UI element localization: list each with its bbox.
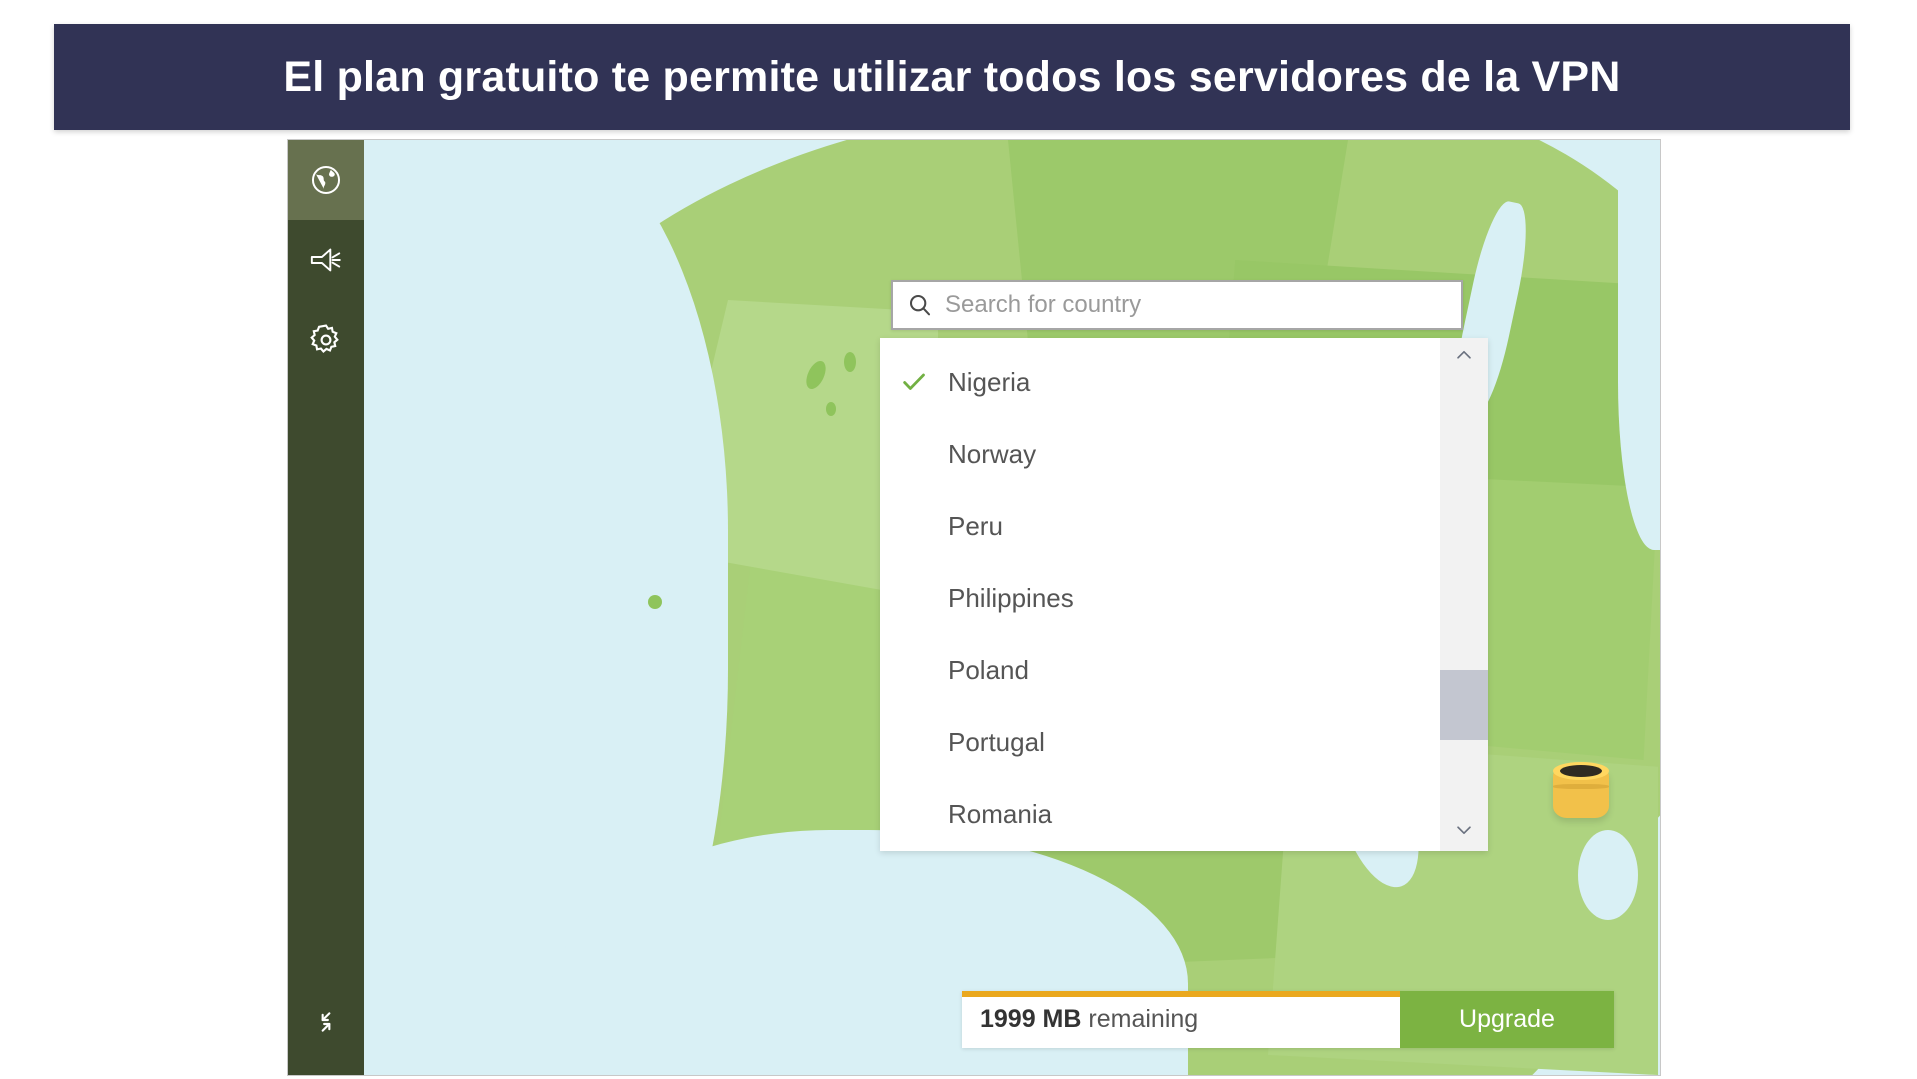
chevron-down-icon [1453,819,1475,846]
sidebar-item-settings[interactable] [288,300,364,380]
upgrade-button[interactable]: Upgrade [1400,991,1614,1048]
chevron-up-icon [1453,344,1475,371]
country-list-item-norway[interactable]: Norway [880,418,1440,490]
sidebar-item-collapse[interactable] [288,989,364,1059]
map-island [826,402,836,416]
data-progress-track [962,991,1400,997]
search-icon [907,292,933,318]
data-remaining-amount: 1999 MB [980,1005,1082,1033]
scroll-down-button[interactable] [1440,815,1488,849]
country-list-item-poland[interactable]: Poland [880,634,1440,706]
promo-banner: El plan gratuito te permite utilizar tod… [54,24,1850,130]
scrollbar-thumb[interactable] [1440,670,1488,740]
app-sidebar [288,140,364,1075]
country-list-item-romania[interactable]: Romania [880,778,1440,850]
country-list-panel: Nigeria Norway Peru Philippines Poland P… [880,338,1488,851]
map-island [648,595,662,609]
country-name: Philippines [948,582,1074,613]
vpn-app-window: Nigeria Norway Peru Philippines [288,140,1660,1075]
country-list: Nigeria Norway Peru Philippines Poland P… [880,338,1440,851]
country-search-box[interactable] [891,280,1463,330]
country-name: Peru [948,510,1003,541]
share-icon [308,245,344,275]
country-name: Nigeria [948,366,1031,397]
country-name: Poland [948,654,1029,685]
oil-barrel-icon [1553,762,1609,824]
country-name: Romania [948,798,1053,829]
country-list-item-serbia[interactable]: Serbia [880,850,1440,851]
map-island [844,352,856,372]
check-icon [880,367,948,397]
country-name: Portugal [948,726,1045,757]
promo-banner-text: El plan gratuito te permite utilizar tod… [283,52,1621,101]
data-remaining-suffix: remaining [1081,1005,1199,1033]
country-selector-dropdown: Nigeria Norway Peru Philippines [880,280,1488,851]
gear-icon [309,323,343,357]
sidebar-item-connections[interactable] [288,220,364,300]
country-list-item-nigeria[interactable]: Nigeria [880,346,1440,418]
globe-icon [309,163,343,197]
country-list-item-philippines[interactable]: Philippines [880,562,1440,634]
sidebar-item-locations[interactable] [288,140,364,220]
country-list-item-peru[interactable]: Peru [880,490,1440,562]
data-progress-fill [962,991,1400,997]
search-input[interactable] [943,290,1427,320]
collapse-icon [310,1006,342,1043]
scroll-up-button[interactable] [1440,340,1488,374]
screenshot-root: El plan gratuito te permite utilizar tod… [0,0,1917,1079]
data-status-bar: 1999 MB remaining Upgrade [962,991,1614,1048]
map-lake [1578,830,1638,920]
country-name: Norway [948,438,1037,469]
country-list-item-portugal[interactable]: Portugal [880,706,1440,778]
country-list-scrollbar[interactable] [1440,338,1488,851]
data-remaining-text: 1999 MB remaining [980,1005,1198,1034]
data-remaining-panel: 1999 MB remaining [962,991,1400,1048]
